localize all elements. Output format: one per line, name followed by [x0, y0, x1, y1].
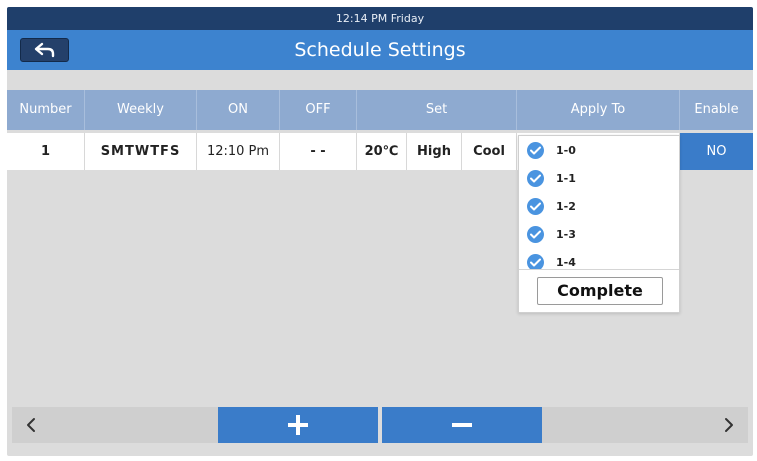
column-header-on: ON [197, 90, 280, 130]
column-header-off: OFF [280, 90, 357, 130]
cell-on-time[interactable]: 12:10 Pm [197, 133, 280, 170]
column-header-enable: Enable [694, 102, 739, 117]
cell-weekly[interactable]: SMTWTFS [85, 133, 197, 170]
apply-to-item[interactable]: 1-0 [519, 136, 679, 164]
apply-to-popup: 1-0 1-1 1-2 1-3 1-4 Complete [518, 135, 680, 313]
apply-to-item-label: 1-3 [556, 227, 576, 241]
apply-to-item[interactable]: 1-2 [519, 192, 679, 220]
checkmark-icon [527, 253, 544, 269]
complete-button[interactable]: Complete [537, 277, 663, 305]
back-button[interactable] [20, 38, 69, 62]
thermostat-screen: 12:14 PM Friday Schedule Settings Number… [7, 7, 753, 456]
cell-enable-toggle[interactable]: NO [680, 133, 753, 170]
previous-page-button[interactable] [12, 407, 218, 443]
title-bar: Schedule Settings [7, 30, 753, 70]
apply-to-item-label: 1-0 [556, 143, 576, 157]
status-bar: 12:14 PM Friday [7, 7, 753, 30]
chevron-right-icon [725, 418, 733, 432]
checkmark-icon [527, 197, 544, 215]
column-header-number: Number [7, 90, 85, 130]
page-title: Schedule Settings [294, 39, 466, 61]
cell-set-mode[interactable]: Cool [462, 133, 517, 170]
cell-set-fan-speed[interactable]: High [407, 133, 462, 170]
apply-to-item-label: 1-1 [556, 171, 576, 185]
column-header-set: Set [357, 90, 517, 130]
bottom-toolbar [12, 407, 748, 443]
column-header-apply-to: Apply To [517, 90, 680, 130]
checkmark-icon [527, 169, 544, 187]
schedule-table-header: Number Weekly ON OFF Set Apply To Enable [7, 90, 753, 130]
apply-to-item-label: 1-2 [556, 199, 576, 213]
column-header-weekly: Weekly [85, 90, 197, 130]
cell-set-temperature[interactable]: 20℃ [357, 133, 407, 170]
plus-icon [287, 415, 308, 435]
minus-icon [452, 423, 473, 427]
chevron-left-icon [27, 418, 35, 432]
checkmark-icon [527, 225, 544, 243]
cell-off-time[interactable]: - - [280, 133, 357, 170]
checkmark-icon [527, 141, 544, 159]
next-page-button[interactable] [542, 407, 748, 443]
apply-to-item-label: 1-4 [556, 255, 576, 269]
apply-to-list[interactable]: 1-0 1-1 1-2 1-3 1-4 [519, 136, 679, 270]
status-time: 12:14 PM Friday [335, 12, 425, 25]
apply-to-item[interactable]: 1-3 [519, 220, 679, 248]
add-schedule-button[interactable] [217, 407, 378, 443]
remove-schedule-button[interactable] [382, 407, 543, 443]
apply-to-item[interactable]: 1-4 [519, 248, 679, 269]
apply-to-item[interactable]: 1-1 [519, 164, 679, 192]
back-arrow-icon [34, 42, 54, 58]
cell-number: 1 [7, 133, 85, 170]
